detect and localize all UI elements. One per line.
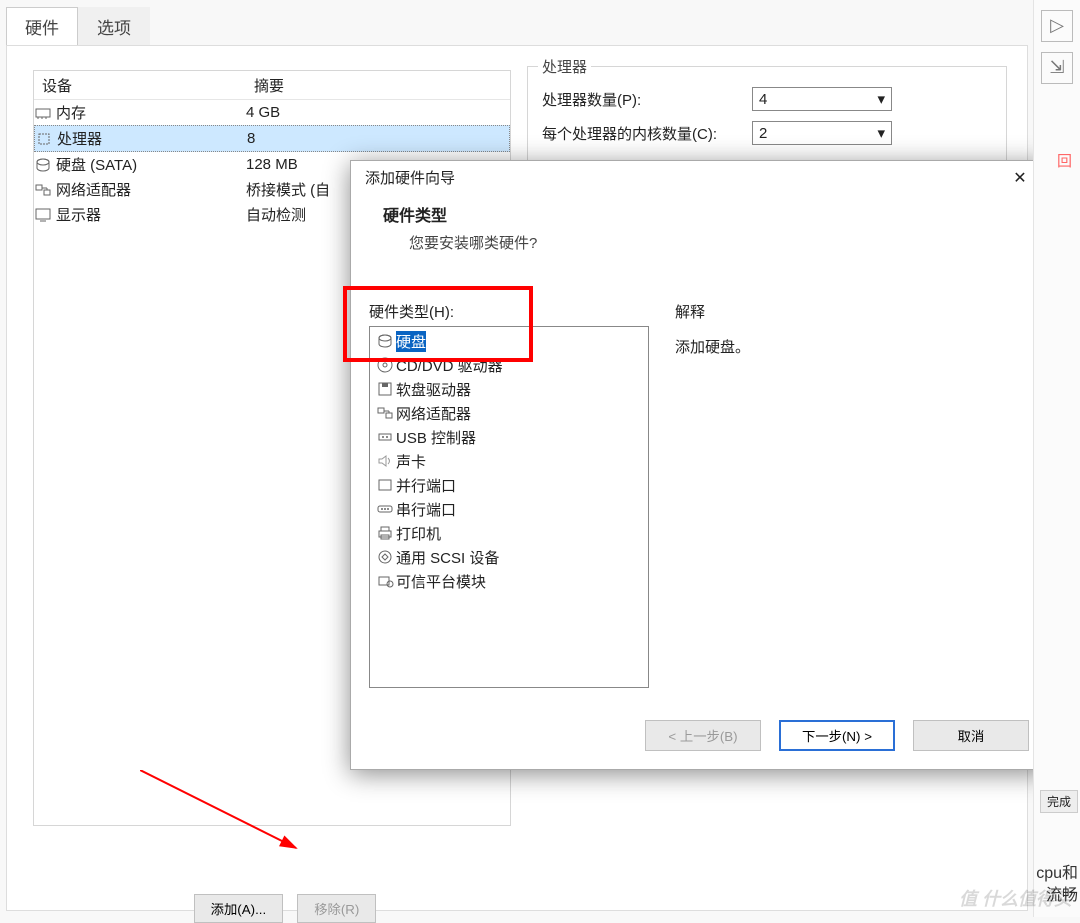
proc-count-dropdown[interactable]: 4▾ — [752, 87, 892, 111]
hw-type-item[interactable]: 打印机 — [370, 521, 648, 545]
hw-type-label: 并行端口 — [396, 475, 456, 496]
right-sidebar: ▷ ⇲ 回 完成 — [1033, 0, 1080, 917]
next-button[interactable]: 下一步(N) > — [779, 720, 895, 751]
floppy-icon — [374, 380, 396, 398]
hw-type-item[interactable]: 可信平台模块 — [370, 569, 648, 593]
chevron-down-icon: ▾ — [877, 124, 885, 142]
chevron-down-icon: ▾ — [877, 90, 885, 108]
device-name: 显示器 — [56, 204, 246, 225]
explain-text: 添加硬盘。 — [675, 336, 1029, 357]
hw-type-label: 硬盘 — [396, 331, 426, 352]
back-button: < 上一步(B) — [645, 720, 761, 751]
scsi-icon — [374, 548, 396, 566]
serial-icon — [374, 500, 396, 518]
cropped-text: cpu和 — [1036, 859, 1078, 883]
close-icon[interactable]: ✕ — [1003, 168, 1037, 188]
cropped-text: 回 — [1057, 150, 1072, 171]
side-icon[interactable]: ⇲ — [1041, 52, 1073, 84]
net-icon — [34, 181, 56, 199]
hw-type-list[interactable]: 硬盘 CD/DVD 驱动器软盘驱动器网络适配器 USB 控制器声卡并行端口串行端口打… — [369, 326, 649, 688]
cropped-text: 完成 — [1040, 790, 1078, 813]
disk-icon — [34, 156, 56, 174]
tab-hardware[interactable]: 硬件 — [6, 7, 78, 46]
tab-options[interactable]: 选项 — [78, 7, 150, 46]
col-device: 设备 — [34, 75, 254, 96]
device-row[interactable]: 内存4 GB — [34, 100, 510, 125]
port-icon — [374, 476, 396, 494]
usb-icon — [374, 428, 396, 446]
display-icon — [34, 206, 56, 224]
sound-icon — [374, 452, 396, 470]
cores-dropdown[interactable]: 2▾ — [752, 121, 892, 145]
hw-type-item[interactable]: 软盘驱动器 — [370, 377, 648, 401]
ram-icon — [34, 104, 56, 122]
explain-label: 解释 — [675, 301, 1029, 322]
hw-type-item[interactable]: 声卡 — [370, 449, 648, 473]
remove-button: 移除(R) — [297, 894, 376, 923]
watermark: 值 什么值得买 — [959, 885, 1072, 911]
device-name: 处理器 — [57, 128, 247, 149]
add-button[interactable]: 添加(A)... — [194, 894, 284, 923]
hw-type-label: 串行端口 — [396, 499, 456, 520]
disk-icon — [374, 332, 396, 350]
modal-question: 您要安装哪类硬件? — [383, 226, 1025, 253]
processor-legend: 处理器 — [538, 56, 591, 77]
modal-title: 添加硬件向导 — [365, 167, 455, 188]
hw-type-label: 通用 SCSI 设备 — [396, 547, 499, 568]
device-summary: 4 GB — [246, 104, 510, 121]
hw-type-label: CD/DVD 驱动器 — [396, 355, 503, 376]
hw-type-label: 打印机 — [396, 523, 441, 544]
net-icon — [374, 404, 396, 422]
hw-type-item[interactable]: 硬盘 — [370, 329, 648, 353]
hw-type-label: 声卡 — [396, 451, 426, 472]
device-row[interactable]: 处理器8 — [34, 125, 510, 152]
right-settings: 处理器 处理器数量(P): 4▾ 每个处理器的内核数量(C): 2▾ — [527, 66, 1007, 166]
hw-type-item[interactable]: 网络适配器 — [370, 401, 648, 425]
add-hardware-wizard: 添加硬件向导 ✕ 硬件类型 您要安装哪类硬件? 硬件类型(H): 硬盘 CD/DV… — [350, 160, 1048, 770]
printer-icon — [374, 524, 396, 542]
device-name: 硬盘 (SATA) — [56, 154, 246, 175]
cd-icon — [374, 356, 396, 374]
device-name: 内存 — [56, 102, 246, 123]
settings-tabs: 硬件 选项 — [6, 12, 150, 46]
hw-type-label: USB 控制器 — [396, 427, 476, 448]
proc-count-label: 处理器数量(P): — [542, 89, 752, 110]
col-summary: 摘要 — [254, 75, 510, 96]
hw-type-label: 可信平台模块 — [396, 571, 486, 592]
hw-type-item[interactable]: USB 控制器 — [370, 425, 648, 449]
hw-type-item[interactable]: 串行端口 — [370, 497, 648, 521]
device-name: 网络适配器 — [56, 179, 246, 200]
hw-type-label: 软盘驱动器 — [396, 379, 471, 400]
side-icon[interactable]: ▷ — [1041, 10, 1073, 42]
hw-type-item[interactable]: 并行端口 — [370, 473, 648, 497]
cpu-icon — [35, 130, 57, 148]
hw-type-label: 硬件类型(H): — [369, 301, 649, 322]
tpm-icon — [374, 572, 396, 590]
device-summary: 8 — [247, 130, 509, 147]
hw-type-item[interactable]: CD/DVD 驱动器 — [370, 353, 648, 377]
cores-label: 每个处理器的内核数量(C): — [542, 123, 752, 144]
hw-type-label: 网络适配器 — [396, 403, 471, 424]
modal-heading: 硬件类型 — [383, 202, 1025, 226]
hw-type-item[interactable]: 通用 SCSI 设备 — [370, 545, 648, 569]
cancel-button[interactable]: 取消 — [913, 720, 1029, 751]
